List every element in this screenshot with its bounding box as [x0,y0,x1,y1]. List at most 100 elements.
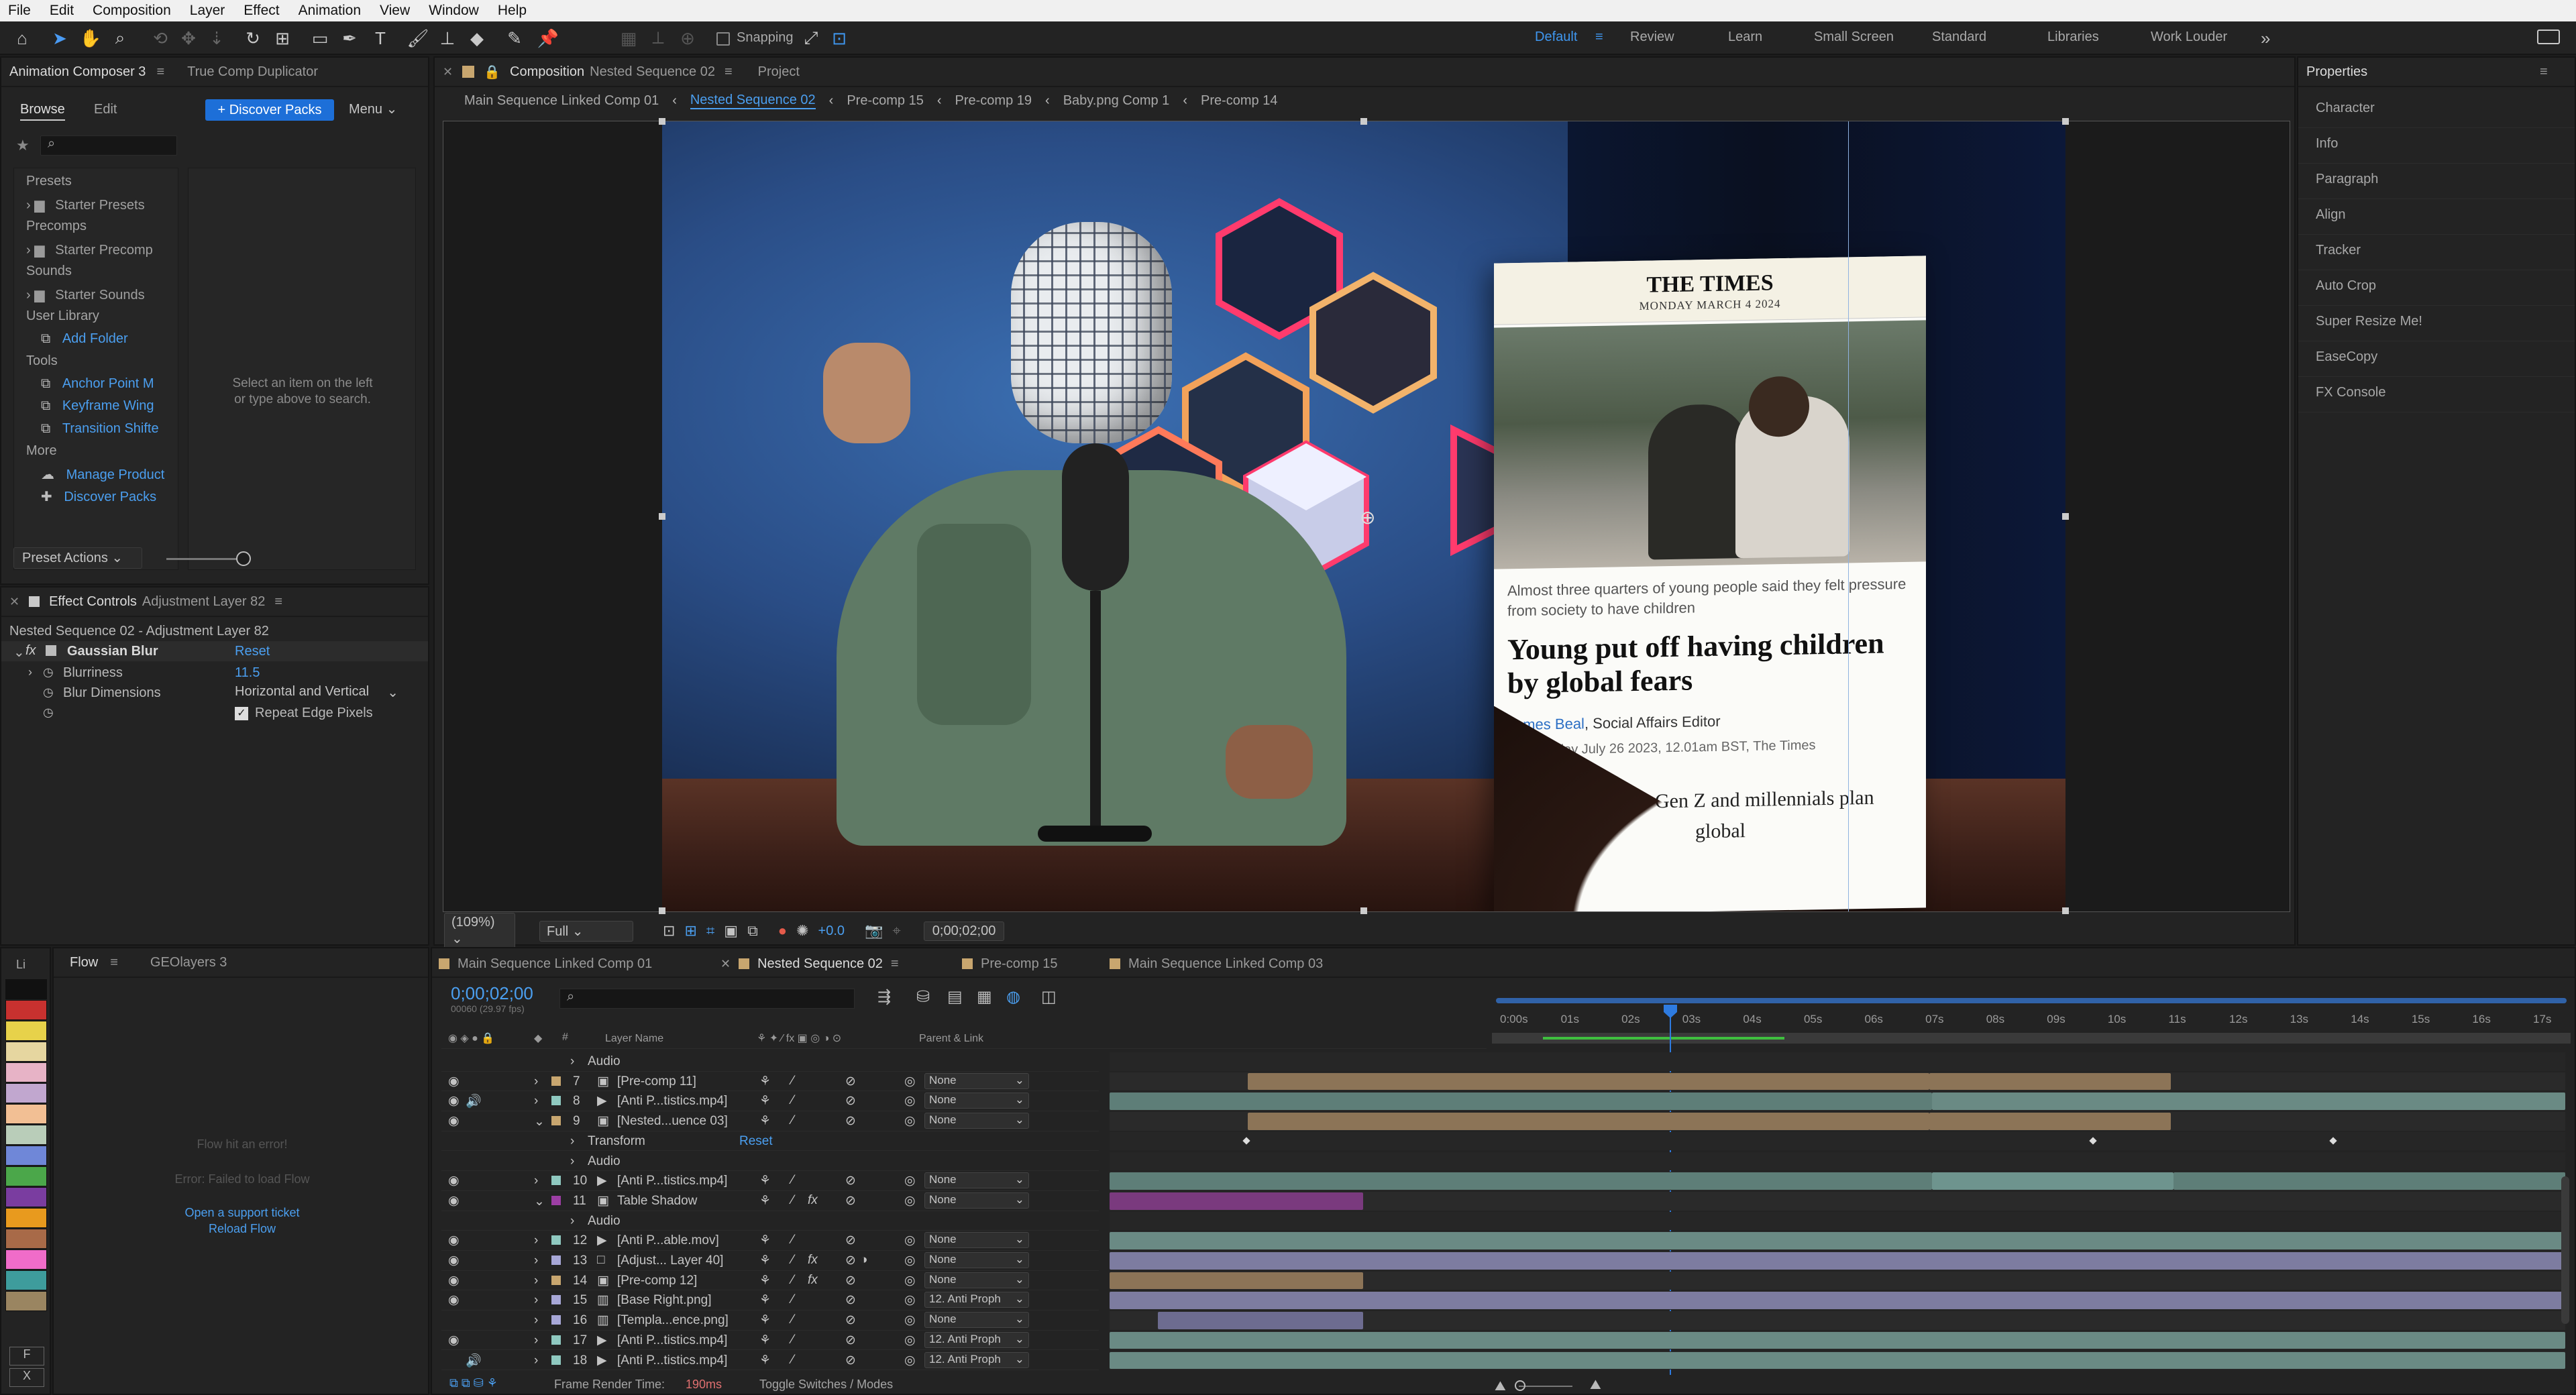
show-snapshot-icon[interactable]: ⌖ [892,922,900,940]
layer-row[interactable]: ◉ › 10 ▶ [Anti P...tistics.mp4] ⚘ ⁄ ⊘ ◎ None ⌄ [441,1171,1099,1191]
property-group-row[interactable]: › Audio [441,1211,1099,1231]
work-area-bar[interactable] [1496,998,2567,1003]
menu-file[interactable]: File [8,3,31,19]
layer-name[interactable]: [Adjust... Layer 40] [617,1253,723,1268]
parent-dropdown[interactable]: None ⌄ [924,1272,1029,1288]
library-link[interactable]: ⧉ Anchor Point M [41,376,154,392]
parent-dropdown[interactable]: 12. Anti Proph ⌄ [924,1351,1029,1368]
parent-dropdown[interactable]: None ⌄ [924,1072,1029,1089]
pickwhip-icon[interactable]: ◎ [904,1193,916,1209]
expand-arrow-icon[interactable]: › [570,1134,574,1149]
shy-switch-icon[interactable]: ⚘ [759,1292,771,1308]
label-color-icon[interactable] [551,1335,561,1345]
layer-row[interactable]: ◉ ⌄ 11 ▣ Table Shadow ⚘ ⁄ fx ⊘ ◎ None ⌄ [441,1191,1099,1211]
preset-actions-dropdown[interactable]: Preset Actions ⌄ [13,547,142,569]
snapshot-icon[interactable]: 📷 [865,922,883,940]
properties-item-info[interactable]: Info [2316,136,2338,152]
layer-row[interactable]: ◉ › 15 ▥ [Base Right.png] ⚘ ⁄ ⊘ ◎ 12. Anti Proph ⌄ [441,1290,1099,1311]
layer-duration-bar[interactable] [1110,1232,2565,1249]
layer-duration-bar[interactable] [1110,1192,1363,1210]
adjustment-switch-icon[interactable]: ⊘ [845,1233,856,1248]
workspace-review[interactable]: Review [1630,30,1674,45]
eye-icon[interactable]: ◉ [448,1233,460,1248]
adjustment-switch-icon[interactable]: ⊘ [845,1173,856,1188]
adjustment-switch-icon[interactable]: ⊘ [845,1333,856,1348]
rotate-tool-icon[interactable]: ↻ [240,25,266,51]
hand-tool-icon[interactable]: ✋ [78,25,103,51]
color-swatch[interactable] [5,1166,47,1186]
color-swatch[interactable] [5,1104,47,1124]
quality-switch-icon[interactable]: ⁄ [792,1093,794,1108]
shy-layers-icon[interactable]: ▤ [947,987,963,1007]
fx-badge-icon[interactable]: fx [25,643,36,659]
layer-name[interactable]: [Anti P...tistics.mp4] [617,1094,727,1109]
composition-viewer[interactable]: THE TIMES MONDAY MARCH 4 2024 Almost thr… [443,118,2290,914]
layer-row[interactable]: › 16 ▥ [Templa...ence.png] ⚘ ⁄ ⊘ ◎ None ⌄ [441,1310,1099,1331]
property-group-row[interactable]: › Audio [441,1152,1099,1172]
layer-duration-bar[interactable] [1248,1072,1929,1091]
expand-arrow-icon[interactable]: › [26,243,31,258]
properties-item-paragraph[interactable]: Paragraph [2316,172,2378,187]
properties-item-super-resize-me-[interactable]: Super Resize Me! [2316,314,2422,329]
expand-arrow-icon[interactable]: › [534,1313,538,1328]
layer-name[interactable]: [Anti P...able.mov] [617,1233,719,1248]
layer-name[interactable]: Table Shadow [617,1194,697,1209]
pan-camera-icon[interactable]: ✥ [176,25,201,51]
effect-controls-target[interactable]: Adjustment Layer 82 [142,594,265,610]
properties-item-align[interactable]: Align [2316,207,2345,223]
library-search-input[interactable]: ⌕ [40,135,177,156]
quality-switch-icon[interactable]: ⁄ [792,1292,794,1307]
menu-help[interactable]: Help [498,3,527,19]
zoom-out-icon[interactable]: ⛰ [1495,1379,1506,1394]
menu-layer[interactable]: Layer [190,3,225,19]
blur-dimensions-dropdown[interactable]: Horizontal and Vertical ⌄ [235,684,402,703]
menu-view[interactable]: View [380,3,410,19]
breadcrumb-item[interactable]: Pre-comp 19 [955,93,1032,109]
expand-arrow-icon[interactable]: › [570,1154,574,1169]
pickwhip-icon[interactable]: ◎ [904,1233,916,1248]
library-link[interactable]: ✚ Discover Packs [41,488,156,505]
composition-tab-name[interactable]: Nested Sequence 02 [590,64,715,80]
transform-handle[interactable] [2062,118,2069,125]
quality-switch-icon[interactable]: ⁄ [792,1273,794,1288]
tab-true-comp-duplicator[interactable]: True Comp Duplicator [187,64,318,80]
layer-name-column[interactable]: Layer Name [605,1033,663,1045]
library-folder[interactable]: › ▆ Starter Sounds [26,286,145,303]
pan-behind-tool-icon[interactable]: ⊞ [270,25,295,51]
layer-name[interactable]: [Templa...ence.png] [617,1313,729,1328]
shy-switch-icon[interactable]: ⚘ [759,1173,771,1188]
adjustment-switch-icon[interactable]: ⊘ [845,1074,856,1089]
label-color-icon[interactable] [551,1355,561,1365]
timeline-search-input[interactable]: ⌕ [559,989,855,1009]
transform-handle[interactable] [2062,907,2069,914]
layer-name[interactable]: [Anti P...tistics.mp4] [617,1174,727,1188]
label-color-icon[interactable] [551,1256,561,1265]
property-group-row[interactable]: › Transform Reset [441,1131,1099,1152]
timeline-tab[interactable]: Main Sequence Linked Comp 03 [1110,954,1323,974]
expand-arrow-icon[interactable]: › [570,1214,574,1229]
eye-icon[interactable]: ◉ [448,1173,460,1188]
browse-tab[interactable]: Browse [20,102,65,121]
parent-dropdown[interactable]: None ⌄ [924,1252,1029,1268]
reload-flow-link[interactable]: Reload Flow [54,1222,431,1236]
preview-size-slider-handle[interactable] [236,551,251,566]
favorite-star-icon[interactable]: ★ [16,137,30,154]
color-swatch[interactable] [5,1146,47,1166]
parent-column[interactable]: Parent & Link [919,1033,983,1045]
color-swatch[interactable] [5,1083,47,1103]
eye-icon[interactable]: ◉ [448,1253,460,1268]
quality-switch-icon[interactable]: ⁄ [792,1074,794,1089]
layer-name[interactable]: [Pre-comp 11] [617,1074,696,1089]
tab-flow[interactable]: Flow [70,955,98,970]
library-folder[interactable]: › ▆ Starter Precomp [26,241,153,258]
layer-duration-bar[interactable] [1110,1292,2565,1310]
type-tool-icon[interactable]: T [368,25,393,51]
label-color-icon[interactable] [551,1195,561,1205]
pickwhip-icon[interactable]: ◎ [904,1113,916,1129]
breadcrumb-item[interactable]: Pre-comp 15 [847,93,924,109]
workspace-work-louder[interactable]: Work Louder [2151,30,2227,45]
eye-icon[interactable]: ◉ [448,1074,460,1089]
library-link[interactable]: ⧉ Add Folder [41,331,128,347]
transparency-icon[interactable]: ▣ [724,922,738,940]
parent-dropdown[interactable]: None ⌄ [924,1172,1029,1189]
